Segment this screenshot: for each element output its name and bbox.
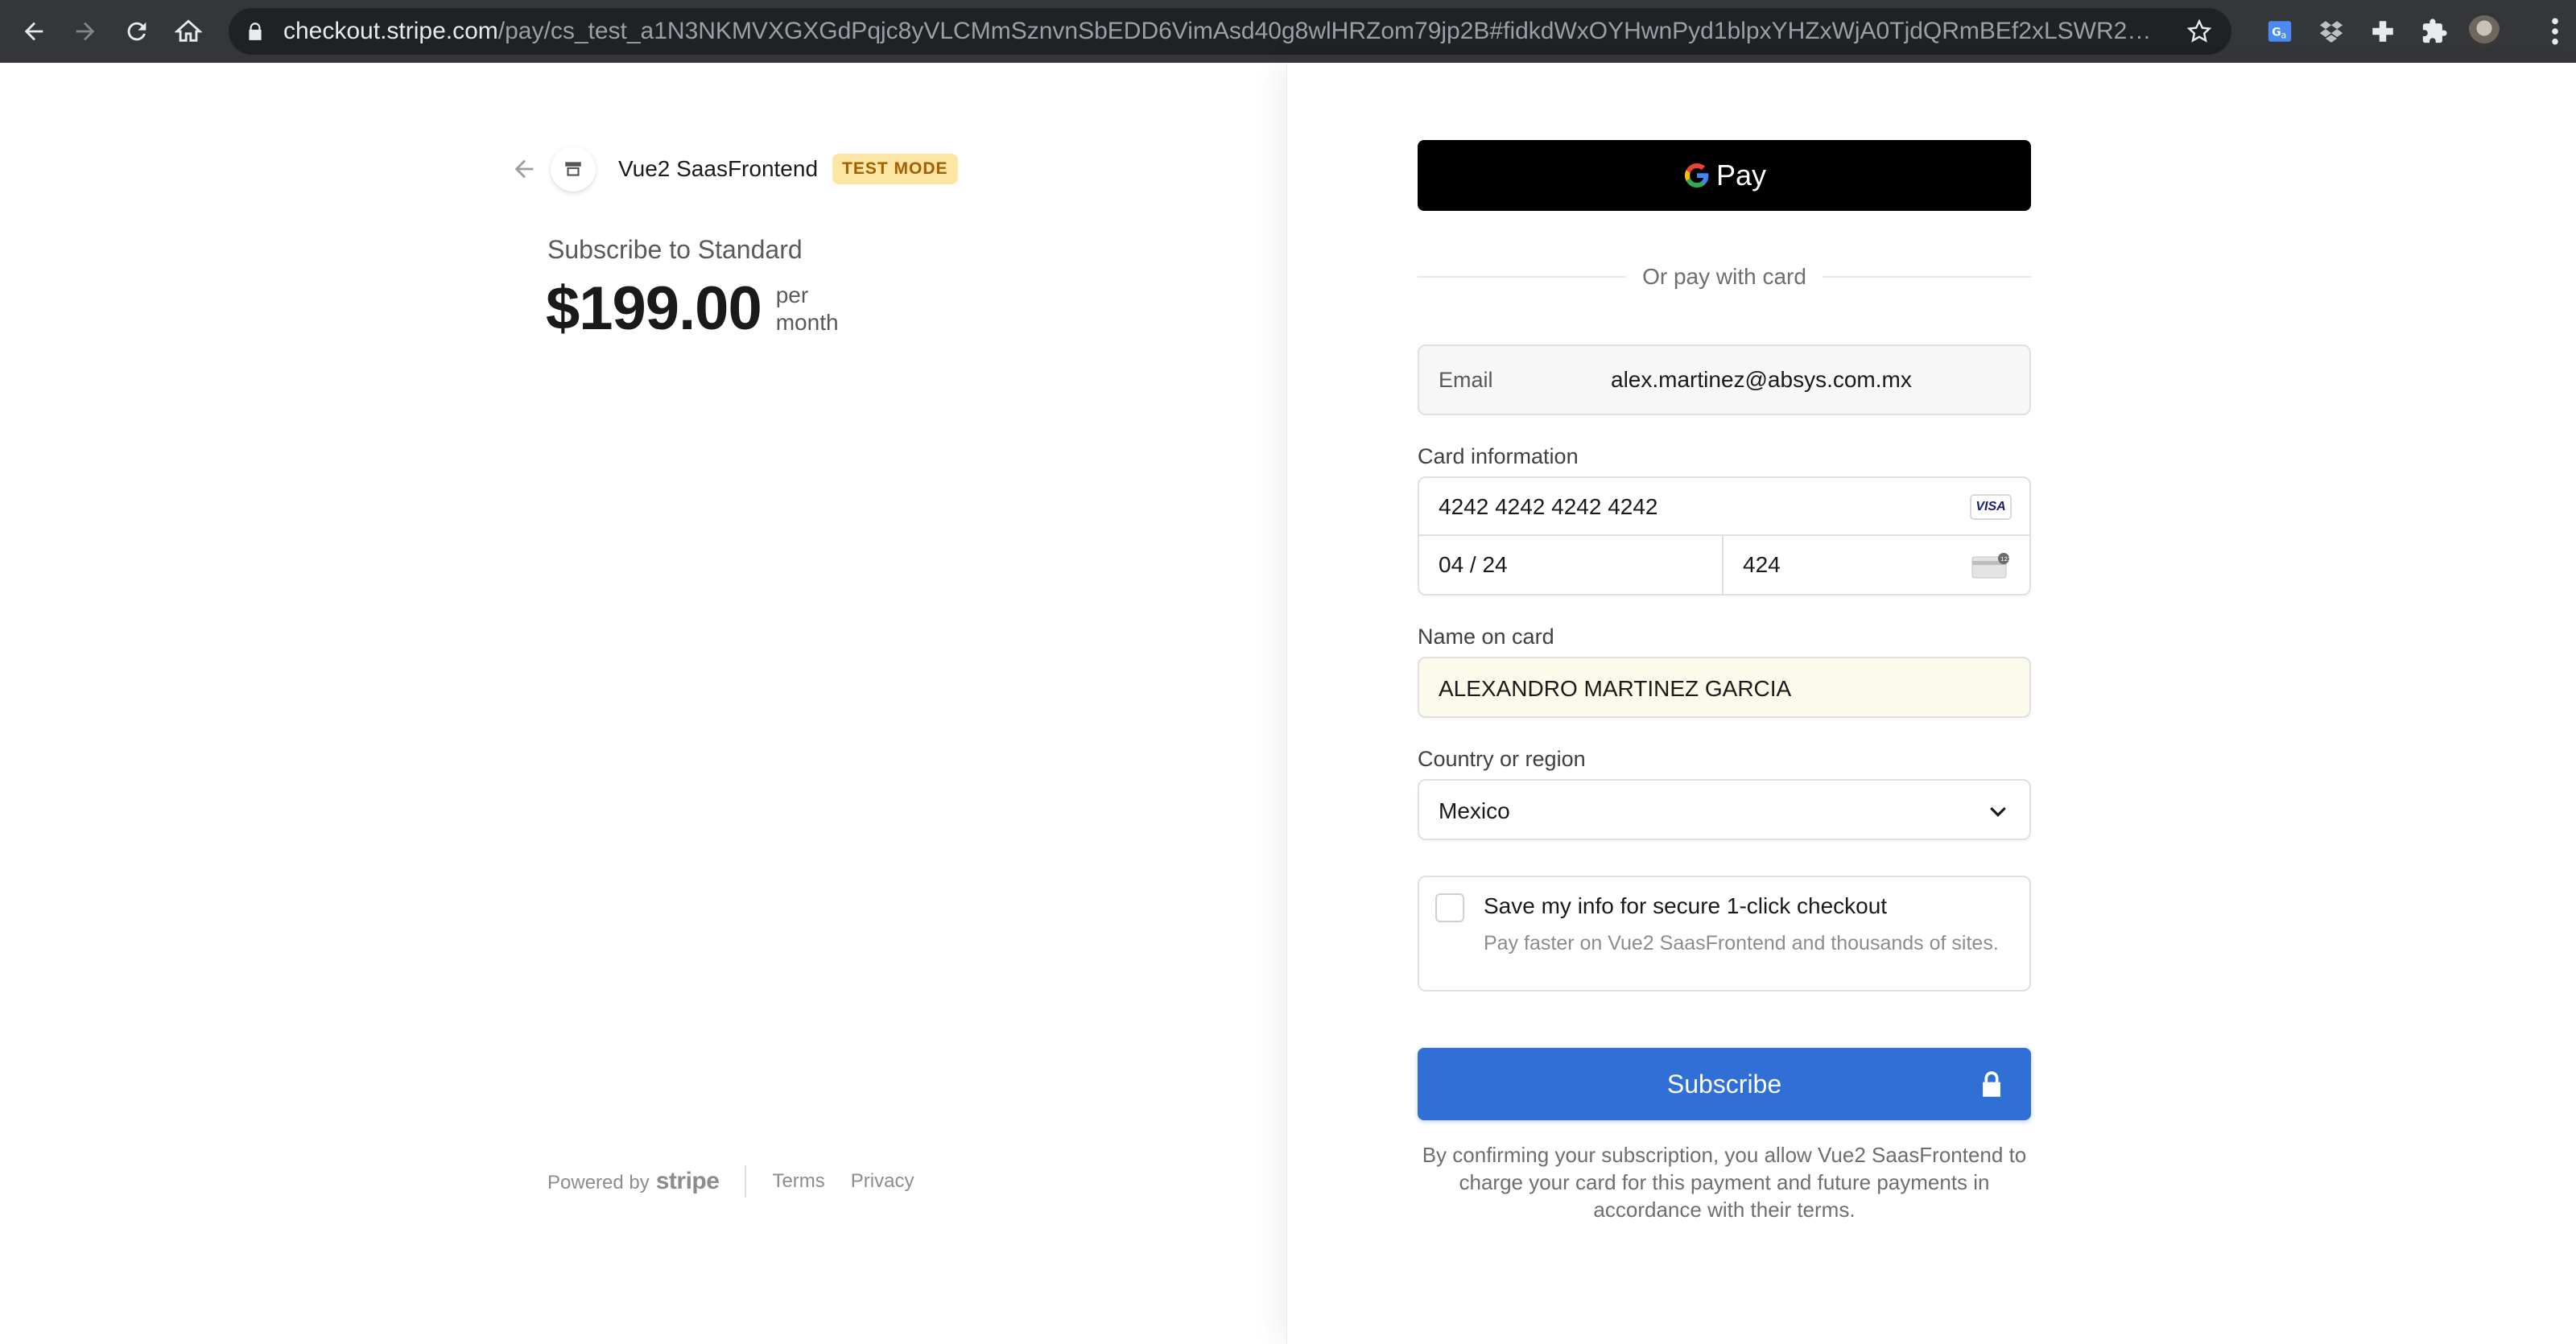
email-label: Email xyxy=(1439,367,1493,392)
kebab-menu-icon[interactable] xyxy=(2549,16,2562,47)
dropbox-extension[interactable] xyxy=(2306,6,2357,57)
billing-interval-line2: month xyxy=(775,309,839,335)
chevron-down-icon xyxy=(1990,806,2006,817)
checkout-page: Vue2 SaasFrontend TEST MODE Subscribe to… xyxy=(0,63,2576,1344)
merchant-header: Vue2 SaasFrontend TEST MODE xyxy=(510,143,958,195)
billing-interval: per month xyxy=(776,282,865,336)
divider-line-left xyxy=(1418,276,1627,278)
divider-text: Or pay with card xyxy=(1642,264,1806,289)
arrow-right-icon xyxy=(76,22,95,41)
svg-text:123: 123 xyxy=(2000,556,2011,563)
country-value: Mexico xyxy=(1439,798,1510,823)
card-expiry-value: 04 / 24 xyxy=(1439,552,1508,577)
address-bar[interactable]: checkout.stripe.com/pay/cs_test_a1N3NKMV… xyxy=(229,8,2231,55)
email-field[interactable]: Email alex.martinez@absys.com.mx xyxy=(1418,344,2031,415)
email-value: alex.martinez@absys.com.mx xyxy=(1611,367,1912,392)
divider-line-right xyxy=(1822,276,2032,278)
visa-icon: VISA xyxy=(1970,494,2012,520)
puzzle-icon xyxy=(2422,19,2447,43)
card-cvc-input[interactable]: 424 123 xyxy=(1724,536,2029,594)
arrow-left-icon xyxy=(24,22,43,41)
save-info-panel: Save my info for secure 1-click checkout… xyxy=(1418,876,2031,992)
extensions-area: Ga xyxy=(2254,0,2500,63)
country-select[interactable]: Mexico xyxy=(1418,779,2031,840)
name-on-card-value: ALEXANDRO MARTINEZ GARCIA xyxy=(1439,676,1792,701)
price-row: $199.00 per month xyxy=(546,274,865,344)
privacy-link[interactable]: Privacy xyxy=(851,1170,914,1193)
profile-avatar[interactable] xyxy=(2468,15,2500,47)
card-cvc-value: 424 xyxy=(1743,552,1781,577)
plus-extension[interactable] xyxy=(2357,6,2409,57)
billing-interval-line1: per xyxy=(775,282,809,307)
subscribe-button-label: Subscribe xyxy=(1666,1069,1782,1099)
stripe-logo: stripe xyxy=(655,1168,720,1194)
home-button[interactable] xyxy=(163,6,214,57)
test-mode-badge: TEST MODE xyxy=(832,154,958,184)
powered-by-stripe[interactable]: Powered by stripe xyxy=(547,1168,720,1195)
google-pay-label: Pay xyxy=(1715,159,1767,192)
save-info-checkbox[interactable] xyxy=(1435,893,1464,922)
lock-icon xyxy=(249,23,262,40)
card-info-label: Card information xyxy=(1418,444,1579,468)
card-expiry-input[interactable]: 04 / 24 xyxy=(1419,536,1724,594)
home-icon xyxy=(175,19,202,42)
or-divider: Or pay with card xyxy=(1418,261,2032,293)
terms-link[interactable]: Terms xyxy=(772,1170,824,1193)
dropbox-icon xyxy=(2319,21,2343,43)
card-number-value: 4242 4242 4242 4242 xyxy=(1439,494,1658,519)
subscription-terms: By confirming your subscription, you all… xyxy=(1422,1143,2027,1222)
browser-toolbar: checkout.stripe.com/pay/cs_test_a1N3NKMV… xyxy=(0,0,2576,63)
store-icon xyxy=(565,162,581,176)
reload-button[interactable] xyxy=(111,6,163,57)
bookmark-star-icon[interactable] xyxy=(2186,19,2212,44)
extensions-button[interactable] xyxy=(2409,6,2460,57)
name-on-card-input[interactable]: ALEXANDRO MARTINEZ GARCIA xyxy=(1418,657,2031,718)
merchant-logo[interactable] xyxy=(551,146,596,192)
reload-icon xyxy=(127,22,147,41)
country-label: Country or region xyxy=(1418,747,1586,771)
price-amount: $199.00 xyxy=(546,274,762,343)
plus-icon xyxy=(2372,21,2393,42)
google-pay-button[interactable]: Pay xyxy=(1418,140,2031,211)
forward-button[interactable] xyxy=(60,6,111,57)
payment-form-pane: Pay Or pay with card Email alex.martinez… xyxy=(1286,63,2576,1344)
save-info-title: Save my info for secure 1-click checkout xyxy=(1484,893,1888,918)
name-on-card-label: Name on card xyxy=(1418,625,1554,649)
footer-divider xyxy=(745,1165,747,1198)
url-text: checkout.stripe.com/pay/cs_test_a1N3NKMV… xyxy=(283,18,2167,44)
footer: Powered by stripe Terms Privacy xyxy=(547,1165,939,1198)
order-summary-pane: Vue2 SaasFrontend TEST MODE Subscribe to… xyxy=(0,63,1286,1344)
google-g-icon xyxy=(1684,163,1709,188)
subscribe-button[interactable]: Subscribe xyxy=(1418,1048,2031,1120)
svg-text:a: a xyxy=(2281,30,2286,41)
google-translate-icon: Ga xyxy=(2268,21,2292,42)
merchant-name: Vue2 SaasFrontend xyxy=(618,156,819,181)
back-arrow-icon[interactable] xyxy=(510,155,538,183)
translate-extension[interactable]: Ga xyxy=(2254,6,2306,57)
product-title: Subscribe to Standard xyxy=(547,235,803,264)
lock-icon xyxy=(1983,1071,2000,1097)
card-number-input[interactable]: 4242 4242 4242 4242 VISA xyxy=(1419,478,2029,536)
cvc-card-icon: 123 xyxy=(1971,553,2011,579)
card-info-group: 4242 4242 4242 4242 VISA 04 / 24 424 123 xyxy=(1418,476,2031,596)
back-button[interactable] xyxy=(8,6,60,57)
powered-by-text: Powered by xyxy=(547,1172,650,1194)
save-info-subtext: Pay faster on Vue2 SaasFrontend and thou… xyxy=(1484,932,1999,954)
svg-text:G: G xyxy=(2272,27,2281,39)
